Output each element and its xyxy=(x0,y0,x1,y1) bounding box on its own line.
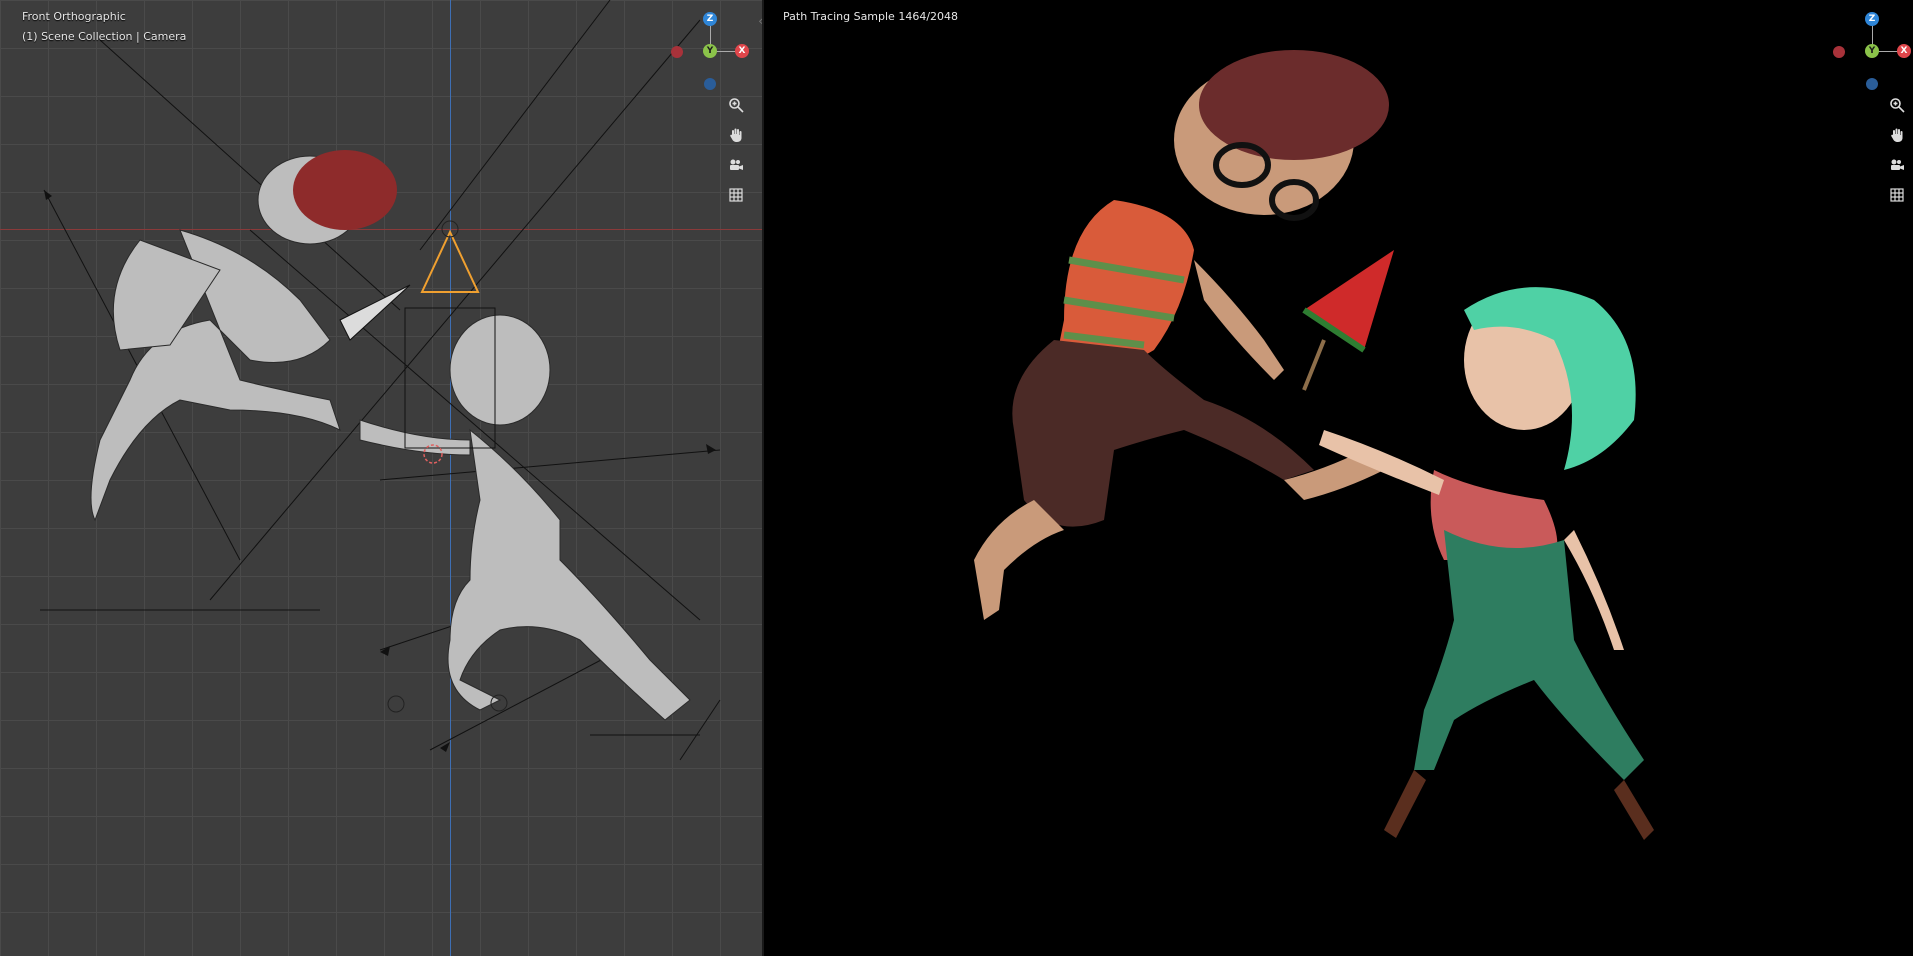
gizmo-neg-z[interactable] xyxy=(1866,78,1878,90)
gizmo-x-axis[interactable]: X xyxy=(1897,44,1911,58)
view-name-label: Front Orthographic xyxy=(22,10,126,23)
watermelon-slice xyxy=(1304,250,1394,350)
viewport-tools xyxy=(723,92,751,212)
navigation-gizmo-render[interactable]: Z Y X xyxy=(1829,8,1911,98)
gizmo-neg-z[interactable] xyxy=(704,78,716,90)
collection-info-label: (1) Scene Collection | Camera xyxy=(22,30,187,43)
grid-icon[interactable] xyxy=(1884,182,1910,208)
zoom-icon[interactable] xyxy=(1884,92,1910,118)
right-viewport-render[interactable]: Path Tracing Sample 1464/2048 Z Y X xyxy=(764,0,1913,956)
grid-icon[interactable] xyxy=(723,182,749,208)
boy-character xyxy=(974,50,1389,620)
gizmo-y-axis[interactable]: Y xyxy=(1865,44,1879,58)
gizmo-neg-x[interactable] xyxy=(1833,46,1845,58)
gizmo-y-axis[interactable]: Y xyxy=(703,44,717,58)
camera-icon[interactable] xyxy=(723,152,749,178)
zoom-icon[interactable] xyxy=(723,92,749,118)
gizmo-z-axis[interactable]: Z xyxy=(703,12,717,26)
left-viewport-front-ortho[interactable]: Front Orthographic (1) Scene Collection … xyxy=(0,0,762,956)
hand-pan-icon[interactable] xyxy=(723,122,749,148)
render-status-label: Path Tracing Sample 1464/2048 xyxy=(783,10,959,23)
hand-pan-icon[interactable] xyxy=(1884,122,1910,148)
gizmo-x-axis[interactable]: X xyxy=(735,44,749,58)
girl-character xyxy=(1319,287,1654,840)
gizmo-neg-x[interactable] xyxy=(671,46,683,58)
rendered-scene xyxy=(974,50,1654,840)
viewport-tools-render xyxy=(1884,92,1912,212)
gizmo-z-axis[interactable]: Z xyxy=(1865,12,1879,26)
navigation-gizmo[interactable]: Z Y X xyxy=(667,8,749,98)
wireframe-scene xyxy=(40,0,721,761)
camera-icon[interactable] xyxy=(1884,152,1910,178)
